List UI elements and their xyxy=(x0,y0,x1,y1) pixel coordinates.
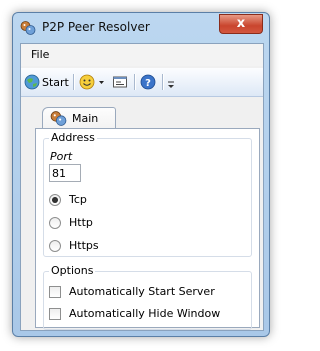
help-button[interactable]: ? xyxy=(140,72,156,92)
tab-main[interactable]: Main xyxy=(42,107,116,129)
options-group: Options Automatically Start Server Autom… xyxy=(43,264,252,330)
port-label: Port xyxy=(50,150,73,163)
auto-hide-window-checkbox[interactable] xyxy=(49,308,61,320)
radio-tcp[interactable] xyxy=(49,194,61,206)
radio-tcp-label: Tcp xyxy=(69,193,87,206)
toolbar-separator xyxy=(162,74,163,90)
menu-bar: File xyxy=(21,44,263,66)
app-icon xyxy=(20,21,36,35)
toolbar: Start ? xyxy=(21,68,263,97)
start-label: Start xyxy=(42,75,69,89)
auto-start-server-label: Automatically Start Server xyxy=(69,285,215,298)
radio-https[interactable] xyxy=(49,240,61,252)
menu-file[interactable]: File xyxy=(31,48,49,61)
title-bar[interactable]: P2P Peer Resolver x xyxy=(13,13,269,43)
window-title: P2P Peer Resolver xyxy=(42,20,150,34)
peer-icon xyxy=(50,111,67,126)
svg-text:?: ? xyxy=(145,78,151,89)
auto-hide-window-label: Automatically Hide Window xyxy=(69,307,221,320)
window-button[interactable] xyxy=(112,72,128,92)
tab-panel-main: Address Port Tcp Http Https Options Auto… xyxy=(35,128,260,330)
toolbar-separator xyxy=(73,74,74,90)
dropdown-arrow-icon xyxy=(99,81,104,84)
app-window: P2P Peer Resolver x File Start ? Main Ad… xyxy=(12,12,270,337)
close-icon: x xyxy=(236,16,246,31)
tab-main-label: Main xyxy=(72,112,99,125)
port-input[interactable] xyxy=(49,164,81,182)
options-group-title: Options xyxy=(49,264,96,277)
toolbar-overflow-button[interactable] xyxy=(167,72,175,92)
radio-https-label: Https xyxy=(69,239,99,252)
emoticon-dropdown-button[interactable] xyxy=(79,72,105,92)
auto-start-server-checkbox[interactable] xyxy=(49,286,61,298)
client-area: File Start ? Main Address Port 81 Tcp Ht… xyxy=(20,43,264,331)
radio-http[interactable] xyxy=(49,217,61,229)
address-group: Address Port Tcp Http Https xyxy=(43,131,252,257)
toolbar-separator xyxy=(134,74,135,90)
address-group-title: Address xyxy=(49,131,97,144)
globe-start-icon xyxy=(24,74,40,90)
smiley-icon xyxy=(79,74,95,90)
close-button[interactable]: x xyxy=(219,14,263,34)
radio-http-label: Http xyxy=(69,216,93,229)
window-icon xyxy=(113,76,127,88)
start-button[interactable]: Start xyxy=(24,72,69,92)
help-icon: ? xyxy=(140,74,156,90)
overflow-chevron-icon xyxy=(168,81,174,88)
